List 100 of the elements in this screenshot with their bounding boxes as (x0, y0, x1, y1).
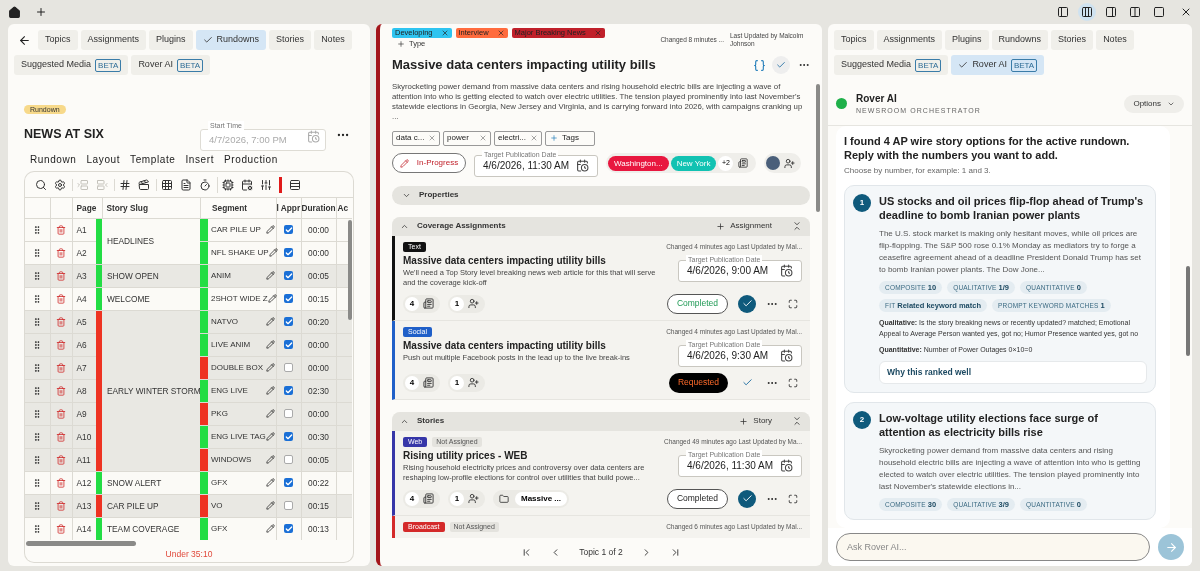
script-icon[interactable] (180, 178, 192, 191)
approval-checkbox[interactable] (284, 386, 293, 396)
delete-icon[interactable] (56, 523, 66, 534)
marker-icon[interactable] (279, 176, 282, 193)
remove-icon[interactable] (428, 134, 436, 143)
tab[interactable]: Rundowns (195, 30, 267, 50)
approval-checkbox[interactable] (284, 432, 293, 442)
delete-icon[interactable] (56, 293, 66, 304)
edit-icon[interactable] (265, 271, 275, 281)
edit-icon[interactable] (265, 501, 275, 511)
vertical-scrollbar[interactable] (1186, 265, 1190, 356)
tab[interactable]: Notes (314, 30, 352, 50)
grid-icon[interactable] (161, 178, 173, 191)
folder-pill[interactable]: Massive ... (493, 489, 570, 508)
expand-icon[interactable] (788, 493, 798, 504)
column-header[interactable]: l Appr (276, 198, 301, 219)
column-header[interactable]: Ac (336, 198, 352, 219)
calendar-icon[interactable] (780, 349, 793, 363)
approval-checkbox[interactable] (284, 294, 293, 304)
approval-checkbox[interactable] (284, 524, 293, 534)
edit-icon[interactable] (265, 409, 275, 419)
remove-icon[interactable] (440, 29, 449, 37)
approval-checkbox[interactable] (284, 409, 293, 419)
list-icon[interactable] (289, 178, 301, 191)
card-title[interactable]: Massive data centers impacting utility bills (403, 254, 670, 267)
menu-item[interactable]: Rundown (30, 152, 77, 167)
approval-checkbox[interactable] (284, 455, 293, 465)
back-icon[interactable] (18, 33, 31, 47)
edit-icon[interactable] (265, 363, 275, 373)
tab[interactable]: Topics (834, 30, 874, 50)
add-tab-icon[interactable] (35, 6, 47, 18)
vertical-scrollbar[interactable] (816, 84, 820, 212)
add-button[interactable]: Assignment (716, 220, 772, 233)
delete-icon[interactable] (56, 316, 66, 327)
avatar[interactable] (766, 156, 781, 171)
delete-icon[interactable] (56, 408, 66, 419)
delete-icon[interactable] (56, 270, 66, 281)
why-ranked-button[interactable]: Why this ranked well (879, 360, 1147, 384)
card-title[interactable]: Massive data centers impacting utility bills (403, 339, 670, 352)
close-icon[interactable] (1180, 6, 1192, 18)
column-header[interactable]: Story Slug (102, 198, 200, 219)
calendar-icon[interactable] (780, 264, 793, 278)
column-header[interactable]: Page (72, 198, 96, 219)
location-chip[interactable]: Washington... (608, 155, 669, 171)
expand-icon[interactable] (788, 298, 798, 309)
expand-icon[interactable] (788, 377, 798, 388)
tab[interactable]: Suggested Media BETA (14, 55, 129, 75)
approval-checkbox[interactable] (284, 501, 293, 511)
tab[interactable]: Rover AI BETA (131, 55, 211, 75)
approval-checkbox[interactable] (284, 225, 293, 235)
newspaper-icon[interactable] (738, 158, 749, 169)
home-icon[interactable] (8, 5, 21, 19)
approval-checkbox[interactable] (284, 271, 293, 281)
edit-icon[interactable] (265, 432, 275, 442)
people-count-pill[interactable]: 1 (448, 489, 485, 508)
layout-button[interactable] (1078, 3, 1096, 21)
add-tag-button[interactable]: Tags (545, 130, 595, 146)
approval-checkbox[interactable] (284, 340, 293, 350)
edit-icon[interactable] (265, 317, 275, 327)
media-count-pill[interactable]: 4 (403, 373, 440, 392)
menu-item[interactable]: Production (224, 152, 278, 167)
tag-chip[interactable]: data c... (392, 130, 440, 146)
number-icon[interactable] (119, 178, 131, 191)
edit-icon[interactable] (268, 248, 278, 258)
delete-icon[interactable] (56, 362, 66, 373)
tab[interactable]: Stories (269, 30, 312, 50)
delete-icon[interactable] (56, 385, 66, 396)
tab[interactable]: Notes (1096, 30, 1134, 50)
approval-checkbox[interactable] (284, 478, 293, 488)
edit-icon[interactable] (267, 294, 277, 304)
menu-item[interactable]: Layout (86, 152, 121, 167)
status-button[interactable]: Requested (668, 372, 728, 393)
approval-checkbox[interactable] (284, 248, 293, 258)
status-button[interactable]: Completed (666, 488, 728, 509)
media-count-pill[interactable]: 4 (403, 489, 440, 508)
clapper-icon[interactable] (138, 178, 150, 191)
add-button[interactable]: Story (739, 415, 772, 428)
section-header[interactable]: Stories Story (392, 411, 810, 431)
collapse-all-icon[interactable] (792, 416, 802, 427)
delete-icon[interactable] (56, 339, 66, 350)
done-toggle[interactable] (738, 294, 756, 313)
calendar-icon[interactable] (576, 159, 589, 173)
tab[interactable]: Plugins (149, 30, 193, 50)
schedule-icon[interactable] (241, 178, 253, 191)
options-dropdown[interactable]: Options (1124, 94, 1184, 113)
edit-icon[interactable] (265, 225, 275, 235)
search-icon[interactable] (35, 178, 47, 191)
tab[interactable]: Topics (38, 30, 78, 50)
media-count-pill[interactable]: 4 (403, 294, 440, 313)
settings-icon[interactable] (54, 178, 66, 191)
edit-icon[interactable] (265, 524, 275, 534)
add-person-icon[interactable] (784, 157, 796, 169)
menu-item[interactable]: Template (130, 152, 176, 167)
remove-icon[interactable] (479, 134, 487, 143)
delete-icon[interactable] (56, 224, 66, 235)
tab[interactable]: Assignments (80, 30, 147, 50)
section-header[interactable]: Coverage Assignments Assignment (392, 216, 810, 236)
collapse-all-icon[interactable] (792, 221, 802, 232)
tab[interactable]: Stories (1051, 30, 1094, 50)
delete-icon[interactable] (56, 477, 66, 488)
